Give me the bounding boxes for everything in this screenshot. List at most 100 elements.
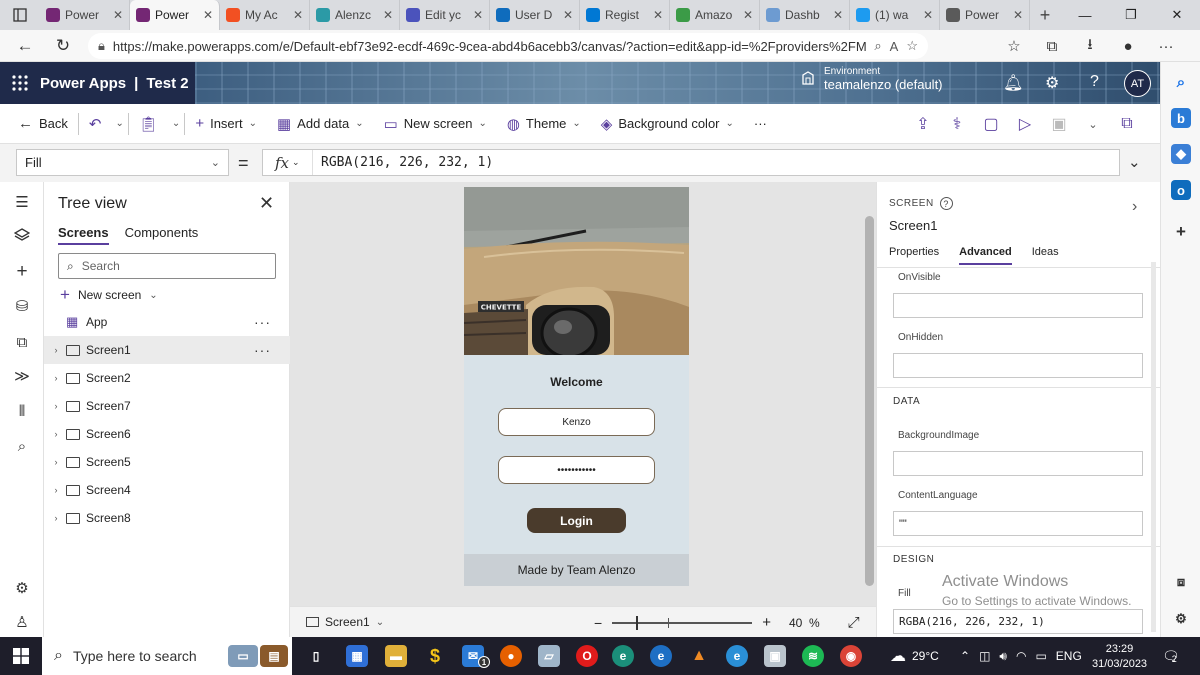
canvas-vertical-scrollbar[interactable] (862, 186, 876, 601)
insert-plus-icon[interactable]: + (12, 261, 32, 282)
browser-tab[interactable]: Alenzc ✕ (310, 0, 400, 30)
expand-formula-icon[interactable]: ⌄ (1128, 153, 1141, 171)
close-tab-icon[interactable]: ✕ (113, 8, 123, 22)
app-launcher-icon[interactable] (0, 75, 40, 91)
insert-button[interactable]: + Insert ⌄ (185, 104, 267, 144)
share-icon[interactable]: ⇪ (906, 114, 940, 134)
close-icon[interactable]: ✕ (259, 193, 274, 214)
zoom-out-button[interactable]: − (594, 615, 602, 631)
close-window-button[interactable]: ✕ (1154, 0, 1200, 30)
save-icon[interactable]: ▣ (1042, 114, 1076, 134)
media-icon[interactable]: ⧉ (12, 332, 32, 352)
content-language-field[interactable]: "" (893, 511, 1143, 536)
selection-name[interactable]: Screen1 (889, 218, 937, 233)
opera-icon[interactable]: O (576, 645, 598, 667)
tools-icon[interactable]: ◆ (1171, 144, 1191, 164)
formula-input[interactable]: fx ⌄ RGBA(216, 226, 232, 1) (262, 149, 1120, 176)
close-tab-icon[interactable]: ✕ (563, 8, 573, 22)
spotify-icon[interactable]: ≋ (802, 645, 824, 667)
environment-picker[interactable]: Environment teamalenzo (default) (800, 66, 943, 92)
virtual-agent-icon[interactable]: ♙ (12, 612, 32, 632)
browser-tab[interactable]: Amazo ✕ (670, 0, 760, 30)
help-icon[interactable]: ? (939, 197, 953, 210)
app-screen-preview[interactable]: CHEVETTE Welcome Kenzo ••••••••••• Login… (464, 187, 689, 586)
clock[interactable]: 23:29 31/03/2023 (1092, 642, 1147, 672)
chevron-right-icon[interactable]: › (46, 401, 66, 411)
avatar[interactable]: AT (1124, 70, 1151, 97)
tree-item[interactable]: › Screen8 (44, 504, 290, 532)
screen-picker[interactable]: Screen1 ⌄ (306, 615, 384, 629)
browser-tab[interactable]: User D ✕ (490, 0, 580, 30)
file-explorer-icon[interactable]: ▬ (385, 645, 407, 667)
tree-item[interactable]: › Screen7 (44, 392, 290, 420)
language-indicator[interactable]: ENG (1056, 649, 1082, 663)
tab-properties[interactable]: Properties (889, 246, 939, 265)
browser-tab[interactable]: Power ✕ (130, 0, 220, 30)
scrollbar-thumb[interactable] (865, 216, 874, 586)
vlc-icon[interactable]: ▲ (688, 645, 710, 667)
tree-item[interactable]: › Screen2 (44, 364, 290, 392)
tree-item[interactable]: › Screen1 ··· (44, 336, 290, 364)
settings-more-icon[interactable]: ··· (1147, 38, 1185, 55)
password-input[interactable]: ••••••••••• (498, 456, 655, 484)
chevron-right-icon[interactable]: › (46, 457, 66, 467)
sidebar-settings-icon[interactable]: ⚙ (1171, 609, 1191, 629)
advanced-tools-icon[interactable]: ⫴ (12, 401, 32, 421)
hamburger-menu-icon[interactable]: ☰ (12, 192, 32, 212)
dollar-app-icon[interactable]: $ (424, 645, 446, 667)
close-tab-icon[interactable]: ✕ (293, 8, 303, 22)
wifi-icon[interactable]: ◠ (1016, 649, 1026, 663)
collections-icon[interactable]: ⧉ (1033, 38, 1071, 55)
fit-to-window-icon[interactable]: ⤢ (848, 614, 860, 631)
paste-dropdown[interactable]: ⌄ (168, 104, 184, 144)
close-tab-icon[interactable]: ✕ (833, 8, 843, 22)
bing-chat-icon[interactable]: b (1171, 108, 1191, 128)
favorites-icon[interactable]: ☆ (995, 37, 1033, 55)
close-tab-icon[interactable]: ✕ (383, 8, 393, 22)
weather-widget[interactable]: ☁ 29°C (890, 637, 939, 675)
edge-icon[interactable]: e (650, 645, 672, 667)
browser-tab[interactable]: Power ✕ (40, 0, 130, 30)
tree-view-layers-icon[interactable] (12, 226, 32, 246)
chevron-right-icon[interactable]: › (46, 513, 66, 523)
profile-icon[interactable]: ● (1109, 38, 1147, 55)
notes-icon[interactable]: ▱ (538, 645, 560, 667)
theme-button[interactable]: ◍ Theme ⌄ (497, 104, 591, 144)
close-tab-icon[interactable]: ✕ (743, 8, 753, 22)
more-options-icon[interactable]: ··· (254, 314, 271, 330)
product-name[interactable]: Power Apps (40, 75, 126, 92)
chevron-right-icon[interactable]: › (46, 373, 66, 383)
notification-center-button[interactable]: 🗨︎ 2 (1162, 637, 1180, 675)
tree-item[interactable]: › Screen6 (44, 420, 290, 448)
tab-advanced[interactable]: Advanced (959, 246, 1012, 265)
collapse-panel-icon[interactable]: › (1132, 198, 1137, 216)
app-name[interactable]: Test 2 (146, 75, 188, 92)
settings-gear-icon[interactable]: ⚙ (1045, 73, 1059, 93)
browser-tab[interactable]: Edit yc ✕ (400, 0, 490, 30)
restore-button[interactable]: ❐ (1108, 0, 1154, 30)
browser-tab[interactable]: Regist ✕ (580, 0, 670, 30)
control-panel-icon[interactable]: ▣ (764, 645, 786, 667)
firefox-icon[interactable]: ● (500, 645, 522, 667)
tree-item[interactable]: › Screen4 (44, 476, 290, 504)
username-input[interactable]: Kenzo (498, 408, 655, 436)
car-image[interactable]: CHEVETTE (464, 187, 689, 355)
volume-icon[interactable]: 🔊︎ (999, 649, 1007, 664)
zoom-slider[interactable] (612, 615, 753, 630)
search-icon[interactable]: ⌕ (1171, 72, 1191, 92)
save-dropdown-icon[interactable]: ⌄ (1076, 118, 1110, 131)
tree-item[interactable]: ▦ App ··· (44, 308, 290, 336)
new-screen-button[interactable]: ▭ New screen ⌄ (374, 104, 497, 144)
address-bar[interactable]: 🔒︎ https://make.powerapps.com/e/Default-… (88, 33, 928, 59)
tray-expand-icon[interactable]: ⌃ (960, 649, 970, 663)
tab-ideas[interactable]: Ideas (1032, 246, 1059, 265)
undo-button[interactable]: ↶ (79, 104, 112, 144)
background-image-field[interactable] (893, 451, 1143, 476)
login-button[interactable]: Login (527, 508, 626, 533)
data-cylinder-icon[interactable]: ⛁ (12, 296, 32, 316)
close-tab-icon[interactable]: ✕ (653, 8, 663, 22)
search-icon[interactable]: ⌕ (874, 38, 881, 54)
hide-sidebar-icon[interactable]: ⧈ (1171, 572, 1191, 592)
background-color-button[interactable]: ◈ Background color ⌄ (591, 104, 744, 144)
new-screen-button[interactable]: + New screen ⌄ (60, 285, 158, 305)
